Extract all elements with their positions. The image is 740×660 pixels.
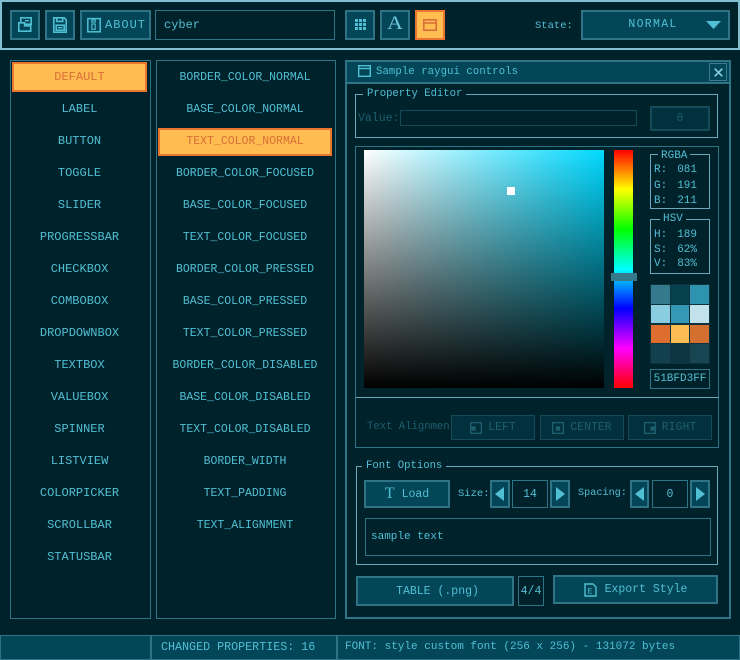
svg-text:E: E xyxy=(587,587,592,596)
